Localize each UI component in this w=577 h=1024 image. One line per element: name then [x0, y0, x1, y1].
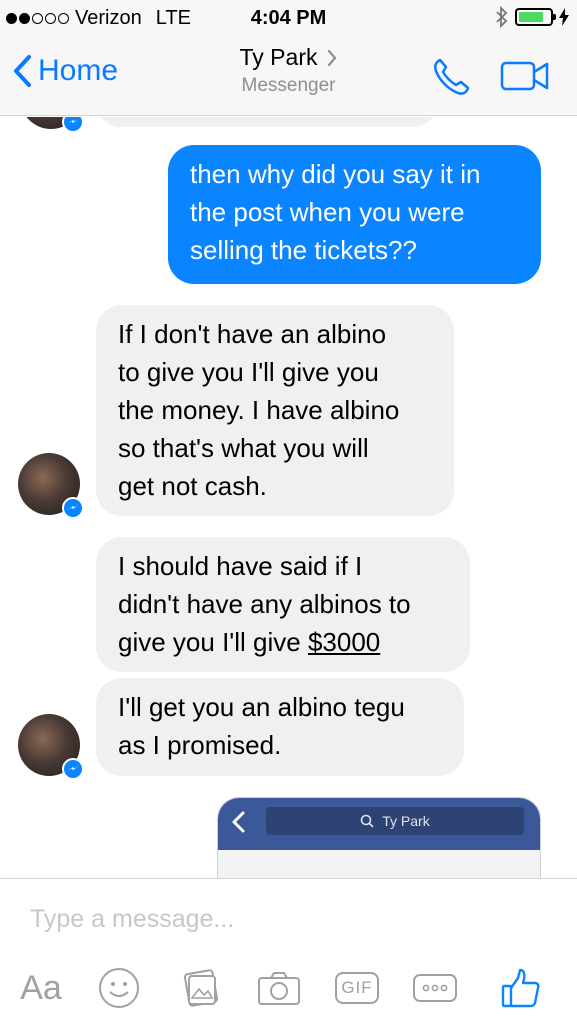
photo-gallery-button[interactable]: [178, 963, 224, 1013]
message-line: then why did you say it in: [190, 159, 481, 189]
message-line: get not cash.: [118, 471, 267, 501]
message-line: give you I'll give $3000: [118, 623, 448, 661]
messenger-badge-icon: [62, 758, 84, 780]
like-button[interactable]: [498, 963, 544, 1013]
video-call-button[interactable]: [500, 60, 550, 97]
search-icon: [360, 814, 374, 828]
message-bubble-incoming[interactable]: I'll get you an albino tegu as I promise…: [96, 678, 464, 776]
message-line: selling the tickets??: [190, 235, 417, 265]
camera-button[interactable]: [256, 963, 302, 1013]
message-line: didn't have any albinos to: [118, 589, 411, 619]
contact-name: Ty Park: [239, 44, 318, 70]
message-bubble-incoming[interactable]: I should have said if I didn't have any …: [96, 537, 470, 672]
preview-header: Ty Park: [218, 798, 540, 850]
status-right: [495, 6, 569, 28]
message-line: I should have said if I: [118, 551, 363, 581]
phone-call-button[interactable]: [430, 56, 472, 103]
message-bubble-outgoing[interactable]: then why did you say it in the post when…: [168, 145, 541, 284]
message-line: the money. I have albino: [118, 395, 400, 425]
thumbs-up-icon: [501, 968, 540, 1008]
message-line: as I promised.: [118, 730, 282, 760]
smiley-icon: [99, 968, 139, 1008]
messenger-badge-icon: [62, 117, 84, 133]
messenger-badge-icon: [62, 497, 84, 519]
message-line: so that's what you will: [118, 433, 369, 463]
message-input[interactable]: Type a message...: [30, 905, 234, 934]
nav-bar: Home Ty Park Messenger: [0, 36, 577, 116]
shared-image-preview[interactable]: Ty Park: [217, 797, 541, 878]
message-line: to give you I'll give you: [118, 357, 379, 387]
preview-search-text: Ty Park: [382, 813, 430, 829]
message-list[interactable]: then why did you say it in the post when…: [0, 117, 577, 878]
battery-icon: [515, 8, 556, 26]
status-bar: Verizon LTE 4:04 PM: [0, 0, 577, 36]
more-icon: [413, 974, 457, 1002]
video-camera-icon: [500, 61, 549, 91]
more-options-button[interactable]: [412, 963, 458, 1013]
composer: Type a message... Aa GIF: [0, 878, 577, 1024]
gif-label: GIF: [335, 972, 379, 1004]
phone-icon: [433, 58, 470, 95]
chevron-right-icon: [328, 49, 337, 66]
message-bubble-partial[interactable]: [96, 117, 438, 127]
preview-search-bar: Ty Park: [266, 807, 524, 835]
text-format-button[interactable]: Aa: [18, 963, 64, 1013]
money-link[interactable]: $3000: [308, 627, 380, 657]
bluetooth-icon: [496, 6, 508, 28]
message-line: If I don't have an albino: [118, 319, 387, 349]
message-line: the post when you were: [190, 197, 465, 227]
charging-icon: [559, 8, 569, 26]
gif-button[interactable]: GIF: [334, 963, 380, 1013]
gallery-icon: [183, 969, 219, 1007]
emoji-button[interactable]: [96, 963, 142, 1013]
message-bubble-incoming[interactable]: If I don't have an albino to give you I'…: [96, 305, 454, 516]
chevron-left-icon: [232, 811, 245, 833]
conversation-title[interactable]: Ty Park Messenger: [0, 44, 577, 97]
status-time: 4:04 PM: [250, 7, 327, 29]
composer-toolbar: Aa GIF: [0, 963, 577, 1013]
message-text: give you I'll give: [118, 627, 308, 657]
camera-icon: [258, 972, 300, 1005]
message-line: I'll get you an albino tegu: [118, 692, 405, 722]
nav-subtitle: Messenger: [241, 75, 336, 96]
